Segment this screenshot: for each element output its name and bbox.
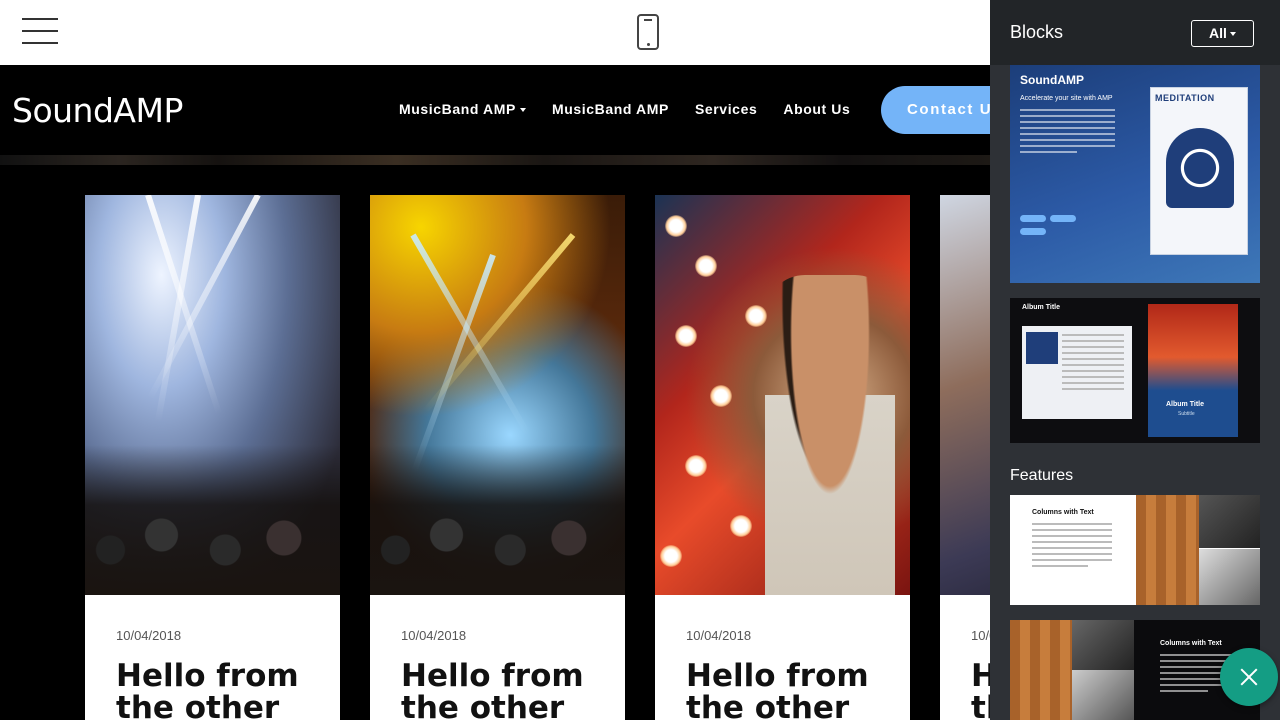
tracklist-preview (1022, 326, 1132, 419)
brand-logo-text[interactable]: SoundAMP (12, 91, 183, 130)
card-title[interactable]: Hello from the other (116, 660, 346, 720)
thumb-columns-title: Columns with Text (1032, 509, 1094, 516)
thumb-text-lines (1032, 523, 1112, 571)
block-thumbnail-columns-text[interactable]: Columns with Text (1010, 495, 1260, 605)
band-photo-image (1199, 495, 1260, 548)
blocks-panel-title: Blocks (1010, 22, 1064, 42)
concert-crowd-image (85, 195, 340, 595)
section-label-features: Features (1010, 467, 1074, 484)
close-icon[interactable] (1220, 648, 1278, 706)
band-photo-image (1072, 620, 1134, 670)
card-title[interactable]: Hello from the other (971, 660, 990, 720)
wood-guitar-image (1010, 620, 1072, 720)
menu-item-label: MusicBand AMP (399, 101, 516, 117)
article-card[interactable]: 10/04/2018 Hello from the other (655, 195, 910, 720)
article-card[interactable]: 10/04/2018 Hello from the other (940, 195, 990, 720)
wood-guitar-image (1136, 495, 1199, 605)
block-thumbnail-album[interactable]: Album Title Album Title Subtitle (1010, 298, 1260, 443)
blocks-panel: Blocks All SoundAMP Accelerate your site… (990, 0, 1280, 720)
menu-item-about-us[interactable]: About Us (783, 101, 850, 117)
hamburger-menu-icon[interactable] (22, 18, 58, 46)
guitarist-image (940, 195, 990, 595)
cover-title: MEDITATION (1155, 93, 1215, 103)
main-menu: MusicBand AMP MusicBand AMP Services Abo… (399, 101, 850, 117)
thumb-text-lines (1020, 109, 1115, 157)
thumb-tagline: Accelerate your site with AMP (1020, 95, 1113, 102)
singer-photo-image (1199, 549, 1260, 605)
blocks-panel-header: Blocks All (990, 0, 1280, 65)
site-navbar: SoundAMP MusicBand AMP MusicBand AMP Ser… (0, 65, 1041, 155)
article-card[interactable]: 10/04/2018 Hello from the other (370, 195, 625, 720)
thumb-album-title-right: Album Title (1166, 401, 1204, 408)
thumb-album-title-left: Album Title (1022, 304, 1060, 311)
thumb-brand: SoundAMP (1020, 73, 1084, 87)
album-art-image: Album Title Subtitle (1148, 304, 1238, 437)
filter-dropdown[interactable]: All (1191, 20, 1254, 47)
cards-section: 10/04/2018 Hello from the other 10/04/20… (0, 165, 990, 720)
menu-item-musicband-dropdown[interactable]: MusicBand AMP (399, 101, 526, 117)
filter-label: All (1209, 25, 1227, 41)
block-thumbnail-header[interactable]: SoundAMP Accelerate your site with AMP M… (1010, 65, 1260, 283)
editor-toolbar (0, 0, 990, 65)
mobile-phone-icon[interactable] (637, 14, 659, 50)
decorative-strip (0, 155, 990, 165)
card-date: 10/04/2018 (971, 628, 990, 643)
thumb-album-subtitle: Subtitle (1178, 411, 1195, 417)
album-cover-image: MEDITATION (1150, 87, 1248, 255)
menu-item-musicband[interactable]: MusicBand AMP (552, 101, 669, 117)
card-date: 10/04/2018 (401, 628, 467, 643)
caret-down-icon (519, 108, 526, 113)
marquee-lights-portrait-image (655, 195, 910, 595)
singer-photo-image (1072, 670, 1134, 720)
card-title[interactable]: Hello from the other (686, 660, 916, 720)
caret-down-icon (1229, 32, 1236, 37)
card-date: 10/04/2018 (116, 628, 182, 643)
stage-lights-image (370, 195, 625, 595)
article-card[interactable]: 10/04/2018 Hello from the other (85, 195, 340, 720)
thumb-columns-title: Columns with Text (1160, 640, 1222, 647)
menu-item-services[interactable]: Services (695, 101, 757, 117)
card-date: 10/04/2018 (686, 628, 752, 643)
card-title[interactable]: Hello from the other (401, 660, 631, 720)
